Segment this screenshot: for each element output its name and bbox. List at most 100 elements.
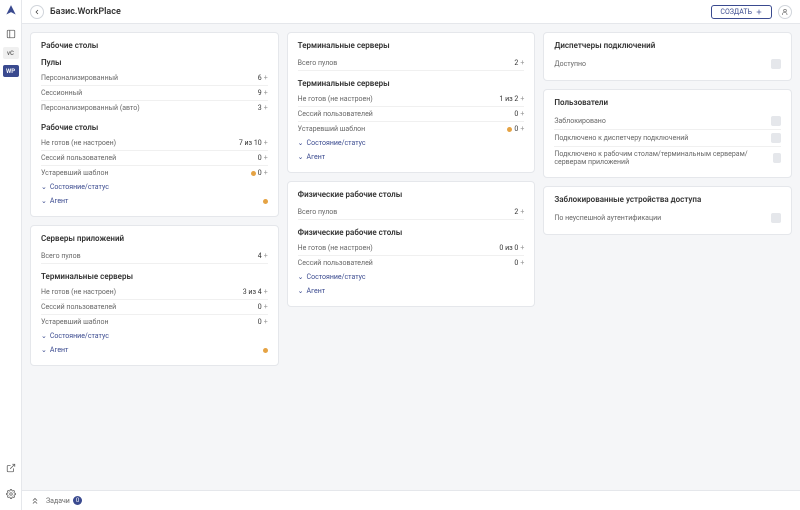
add-icon[interactable]: + bbox=[264, 154, 268, 162]
stat-row: Сессий пользователей0+ bbox=[298, 256, 525, 270]
stat-row: По неуспешной аутентификации bbox=[554, 210, 781, 226]
stat-row: Сессионный9+ bbox=[41, 86, 268, 101]
row-label: Не готов (не настроен) bbox=[298, 244, 373, 252]
expand-status[interactable]: ⌄Состояние/статус bbox=[298, 270, 525, 284]
chevron-down-icon: ⌄ bbox=[41, 183, 47, 191]
rail-item-wp[interactable]: WP bbox=[3, 65, 19, 77]
add-icon[interactable]: + bbox=[520, 59, 524, 67]
section-terminal-servers: Терминальные серверы bbox=[298, 79, 525, 88]
add-icon[interactable]: + bbox=[264, 303, 268, 311]
stat-row: Доступно bbox=[554, 56, 781, 72]
column-2: Терминальные серверы Всего пулов 2+ Терм… bbox=[287, 32, 536, 482]
section-desktops: Рабочие столы bbox=[41, 123, 268, 132]
add-icon[interactable]: + bbox=[264, 318, 268, 326]
add-icon[interactable]: + bbox=[264, 89, 268, 97]
row-value: 0+ bbox=[251, 169, 268, 177]
toggle[interactable] bbox=[773, 153, 781, 163]
tasks-count-badge: 0 bbox=[73, 496, 82, 505]
card-title: Диспетчеры подключений bbox=[554, 41, 781, 50]
row-value: 7 из 10+ bbox=[239, 139, 268, 147]
external-link-icon[interactable] bbox=[5, 462, 17, 474]
row-label: Устаревший шаблон bbox=[41, 169, 109, 177]
add-icon[interactable]: + bbox=[520, 110, 524, 118]
section-physical-desktops: Физические рабочие столы bbox=[298, 228, 525, 237]
row-label: Всего пулов bbox=[298, 59, 338, 67]
add-icon[interactable]: + bbox=[520, 95, 524, 103]
add-icon[interactable]: + bbox=[264, 139, 268, 147]
card-title: Пользователи bbox=[554, 98, 781, 107]
create-button[interactable]: СОЗДАТЬ bbox=[711, 5, 772, 19]
desktop-rows: Не готов (не настроен) 7 из 10+ Сессий пол… bbox=[41, 136, 268, 180]
stat-row: Персонализированный6+ bbox=[41, 71, 268, 86]
expand-status[interactable]: ⌄Состояние/статус bbox=[298, 136, 525, 150]
add-icon[interactable]: + bbox=[520, 259, 524, 267]
toggle[interactable] bbox=[771, 213, 781, 223]
card-title: Серверы приложений bbox=[41, 234, 268, 243]
stat-row: Не готов (не настроен) 7 из 10+ bbox=[41, 136, 268, 151]
row-value: 0+ bbox=[514, 110, 524, 118]
settings-icon[interactable] bbox=[5, 488, 17, 500]
row-value: 9+ bbox=[258, 89, 268, 97]
topbar: Базис.WorkPlace СОЗДАТЬ bbox=[22, 0, 800, 24]
row-label: Не готов (не настроен) bbox=[41, 139, 116, 147]
chevron-down-icon: ⌄ bbox=[41, 346, 47, 354]
chevron-down-icon: ⌄ bbox=[298, 287, 304, 295]
row-value: 0+ bbox=[258, 318, 268, 326]
footer: Задачи 0 bbox=[22, 490, 800, 510]
expand-agent[interactable]: ⌄Агент bbox=[298, 150, 525, 164]
chevron-up-icon[interactable] bbox=[30, 496, 40, 506]
ts-rows: Не готов (не настроен)3 из 4+Сессий поль… bbox=[41, 285, 268, 329]
row-label: По неуспешной аутентификации bbox=[554, 214, 661, 222]
app-logo-icon bbox=[4, 4, 18, 18]
row-label: Заблокировано bbox=[554, 117, 605, 125]
stat-row: Устаревший шаблон 0+ bbox=[41, 166, 268, 180]
stat-row: Устаревший шаблон0+ bbox=[298, 122, 525, 136]
toggle[interactable] bbox=[771, 116, 781, 126]
rail-item-vc[interactable]: vC bbox=[3, 47, 19, 59]
stat-row: Всего пулов 2+ bbox=[298, 56, 525, 71]
add-icon[interactable]: + bbox=[264, 288, 268, 296]
expand-status[interactable]: ⌄Состояние/статус bbox=[41, 329, 268, 343]
add-icon[interactable]: + bbox=[520, 244, 524, 252]
card-app-servers: Серверы приложений Всего пулов 4+ Термин… bbox=[30, 225, 279, 366]
column-1: Рабочие столы Пулы Персонализированный6+… bbox=[30, 32, 279, 482]
add-icon[interactable]: + bbox=[520, 125, 524, 133]
row-value: 1 из 2+ bbox=[499, 95, 524, 103]
expand-agent[interactable]: ⌄Агент bbox=[41, 343, 68, 357]
add-icon[interactable]: + bbox=[264, 169, 268, 177]
create-button-label: СОЗДАТЬ bbox=[720, 8, 752, 16]
stat-row: Подключено к диспетчеру подключений bbox=[554, 130, 781, 147]
stat-row: Не готов (не настроен) 1 из 2+ bbox=[298, 92, 525, 107]
add-icon[interactable]: + bbox=[264, 74, 268, 82]
stat-row: Заблокировано bbox=[554, 113, 781, 130]
panel-icon[interactable] bbox=[5, 28, 17, 40]
row-value: 3 из 4+ bbox=[243, 288, 268, 296]
add-icon[interactable]: + bbox=[264, 104, 268, 112]
expand-agent[interactable]: ⌄Агент bbox=[298, 284, 525, 298]
content: Рабочие столы Пулы Персонализированный6+… bbox=[22, 24, 800, 490]
card-users: Пользователи Заблокировано Подключено к д… bbox=[543, 89, 792, 178]
left-rail: vC WP bbox=[0, 0, 22, 510]
back-button[interactable] bbox=[30, 5, 44, 19]
plus-icon bbox=[755, 8, 763, 16]
expand-status[interactable]: ⌄Состояние/статус bbox=[41, 180, 268, 194]
toggle[interactable] bbox=[771, 133, 781, 143]
card-desktops: Рабочие столы Пулы Персонализированный6+… bbox=[30, 32, 279, 217]
row-label: Всего пулов bbox=[298, 208, 338, 216]
row-label: Подключено к диспетчеру подключений bbox=[554, 134, 688, 142]
chevron-down-icon: ⌄ bbox=[41, 197, 47, 205]
card-connection-managers: Диспетчеры подключений Доступно bbox=[543, 32, 792, 81]
card-title: Терминальные серверы bbox=[298, 41, 525, 50]
stat-row: Персонализированный (авто)3+ bbox=[41, 101, 268, 115]
add-icon[interactable]: + bbox=[520, 208, 524, 216]
stat-row: Сессий пользователей0+ bbox=[41, 151, 268, 166]
toggle[interactable] bbox=[771, 59, 781, 69]
row-label: Всего пулов bbox=[41, 252, 81, 260]
stat-row: Всего пулов 2+ bbox=[298, 205, 525, 220]
chevron-down-icon: ⌄ bbox=[298, 139, 304, 147]
tasks-label[interactable]: Задачи 0 bbox=[46, 496, 82, 505]
expand-agent[interactable]: ⌄Агент bbox=[41, 194, 68, 208]
row-label: Не готов (не настроен) bbox=[298, 95, 373, 103]
user-menu-icon[interactable] bbox=[778, 5, 792, 19]
add-icon[interactable]: + bbox=[264, 252, 268, 260]
